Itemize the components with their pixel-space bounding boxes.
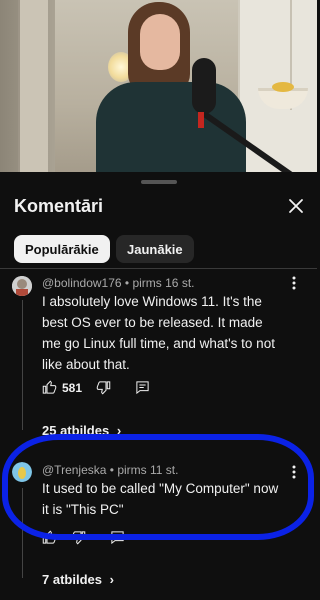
- avatar[interactable]: [12, 462, 32, 482]
- thumb-up-icon: [42, 530, 57, 544]
- chevron-right-icon: ›: [109, 572, 114, 587]
- avatar[interactable]: [12, 276, 32, 296]
- thumb-down-icon: [71, 531, 86, 545]
- reply-icon: [111, 531, 124, 545]
- drag-handle[interactable]: [141, 180, 177, 184]
- comment-text: It used to be called "My Computer" now i…: [42, 481, 279, 517]
- dislike-button[interactable]: [71, 530, 86, 545]
- microphone: [192, 58, 216, 114]
- comment-time: pirms 11 st.: [117, 463, 179, 477]
- more-vert-icon[interactable]: [292, 276, 296, 292]
- close-icon[interactable]: [286, 196, 306, 216]
- comments-sheet: Komentāri Populārākie Jaunākie @bolindow…: [0, 172, 317, 600]
- comment-meta: @bolindow176 • pirms 16 st.: [42, 276, 194, 290]
- reply-button[interactable]: [135, 380, 150, 395]
- like-count: 581: [62, 380, 83, 395]
- fruit: [272, 82, 294, 92]
- background-door: [18, 0, 48, 172]
- thumb-down-icon: [96, 381, 111, 395]
- meta-separator: •: [109, 463, 114, 477]
- divider: [0, 268, 317, 269]
- thread-line: [22, 488, 23, 578]
- dislike-button[interactable]: [96, 380, 111, 395]
- avatar-image: [12, 462, 32, 482]
- microphone-indicator: [198, 112, 204, 128]
- comment-meta: @Trenjeska • pirms 11 st.: [42, 463, 178, 477]
- more-vert-icon[interactable]: [292, 465, 296, 481]
- tab-popular[interactable]: Populārākie: [14, 235, 110, 263]
- reply-button[interactable]: [110, 530, 125, 545]
- replies-count: 7 atbildes: [42, 572, 102, 587]
- tab-newest[interactable]: Jaunākie: [116, 235, 194, 263]
- replies-toggle[interactable]: 7 atbildes ›: [42, 572, 114, 587]
- comment-author[interactable]: @Trenjeska: [42, 463, 106, 477]
- replies-count: 25 atbildes: [42, 423, 110, 438]
- meta-separator: •: [124, 276, 130, 290]
- comment-actions: [42, 530, 125, 545]
- like-button[interactable]: 581: [42, 380, 82, 395]
- comment-time: pirms 16 st.: [132, 276, 195, 290]
- video-preview[interactable]: [0, 0, 317, 172]
- presenter-face: [140, 14, 180, 70]
- comment-actions: 581: [42, 380, 150, 395]
- like-button[interactable]: [42, 530, 57, 545]
- chevron-right-icon: ›: [116, 423, 122, 438]
- replies-toggle[interactable]: 25 atbildes ›: [42, 423, 121, 438]
- comment-author[interactable]: @bolindow176: [42, 276, 122, 290]
- thumb-up-icon: [42, 380, 57, 394]
- thread-line: [22, 300, 23, 430]
- sheet-title: Komentāri: [14, 196, 104, 216]
- avatar-image: [12, 276, 32, 296]
- comment-text: I absolutely love Windows 11. It's the b…: [42, 294, 275, 372]
- reply-icon: [136, 381, 149, 395]
